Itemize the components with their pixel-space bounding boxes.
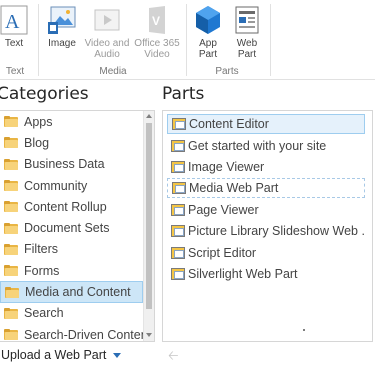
folder-icon — [5, 286, 19, 298]
video-audio-ribbon-button[interactable]: Video and Audio — [83, 4, 131, 60]
web-part-icon — [172, 118, 186, 130]
web-part-icon — [231, 4, 263, 36]
text-icon: A — [0, 4, 30, 36]
upload-web-part-button[interactable]: Upload a Web Part — [1, 348, 122, 362]
category-item[interactable]: Search — [0, 303, 143, 324]
dropdown-caret-icon — [113, 352, 122, 358]
group-label-media: Media — [99, 66, 127, 77]
categories-list-panel: Apps Blog Business Data Community Conten… — [0, 110, 155, 342]
category-item-selected[interactable]: Media and Content — [0, 281, 143, 303]
web-part-icon — [171, 161, 185, 173]
category-item[interactable]: Business Data — [0, 154, 143, 175]
loading-dot — [303, 329, 305, 331]
folder-icon — [4, 180, 18, 192]
category-item[interactable]: Filters — [0, 239, 143, 260]
group-label-text: Text — [5, 66, 25, 77]
part-item[interactable]: Get started with your site — [167, 136, 365, 156]
web-part-icon — [171, 204, 185, 216]
video-audio-icon — [91, 4, 123, 36]
part-item[interactable]: Image Viewer — [167, 157, 365, 177]
app-part-ribbon-button[interactable]: App Part — [191, 4, 225, 60]
svg-text:V: V — [152, 14, 160, 28]
parts-heading: Parts — [162, 84, 205, 104]
group-label-parts: Parts — [215, 66, 239, 77]
folder-icon — [4, 307, 18, 319]
web-part-ribbon-button[interactable]: Web Part — [230, 4, 264, 60]
scroll-up-arrow-icon[interactable] — [146, 114, 152, 118]
back-arrow-icon[interactable]: 🡠 — [168, 347, 179, 369]
web-part-icon — [171, 140, 185, 152]
category-item[interactable]: Apps — [0, 111, 143, 132]
web-part-icon — [171, 247, 185, 259]
web-part-icon — [172, 182, 186, 194]
folder-icon — [4, 116, 18, 128]
category-item[interactable]: Document Sets — [0, 217, 143, 238]
text-ribbon-button[interactable]: A Text — [0, 4, 31, 49]
categories-heading: Categories — [0, 84, 89, 104]
image-icon — [46, 4, 78, 36]
folder-icon — [4, 137, 18, 149]
parts-list-panel: Content Editor Get started with your sit… — [162, 110, 373, 342]
categories-scrollbar[interactable] — [143, 111, 154, 341]
part-item[interactable]: Silverlight Web Part — [167, 264, 365, 284]
app-part-icon — [192, 4, 224, 36]
web-part-icon — [171, 268, 185, 280]
part-item[interactable]: Picture Library Slideshow Web ... — [167, 221, 365, 241]
category-item[interactable]: Search-Driven Content — [0, 324, 151, 341]
category-item[interactable]: Content Rollup — [0, 196, 143, 217]
svg-text:A: A — [5, 11, 20, 33]
folder-icon — [4, 201, 18, 213]
folder-icon — [4, 329, 18, 341]
folder-icon — [4, 265, 18, 277]
insert-ribbon: A Text Text Image Video and Audio V Offi… — [0, 0, 375, 80]
category-item[interactable]: Blog — [0, 132, 143, 153]
scrollbar-thumb[interactable] — [146, 123, 152, 309]
category-item[interactable]: Community — [0, 175, 143, 196]
group-divider — [186, 4, 187, 76]
group-divider — [38, 4, 39, 76]
folder-icon — [4, 158, 18, 170]
office365-video-ribbon-button[interactable]: V Office 365 Video — [132, 4, 182, 60]
office365-video-icon: V — [141, 4, 173, 36]
web-part-icon — [171, 225, 185, 237]
group-divider — [270, 4, 271, 76]
part-item[interactable]: Script Editor — [167, 243, 365, 263]
part-item-selected[interactable]: Content Editor — [167, 114, 365, 134]
part-item-focused[interactable]: Media Web Part — [167, 178, 365, 198]
bottom-bar: Upload a Web Part 🡠 — [0, 342, 375, 371]
image-ribbon-button[interactable]: Image — [44, 4, 80, 49]
category-item[interactable]: Forms — [0, 260, 143, 281]
folder-icon — [4, 222, 18, 234]
part-item[interactable]: Page Viewer — [167, 200, 365, 220]
scroll-down-arrow-icon[interactable] — [146, 333, 152, 337]
folder-icon — [4, 243, 18, 255]
categories-list: Apps Blog Business Data Community Conten… — [0, 111, 151, 341]
